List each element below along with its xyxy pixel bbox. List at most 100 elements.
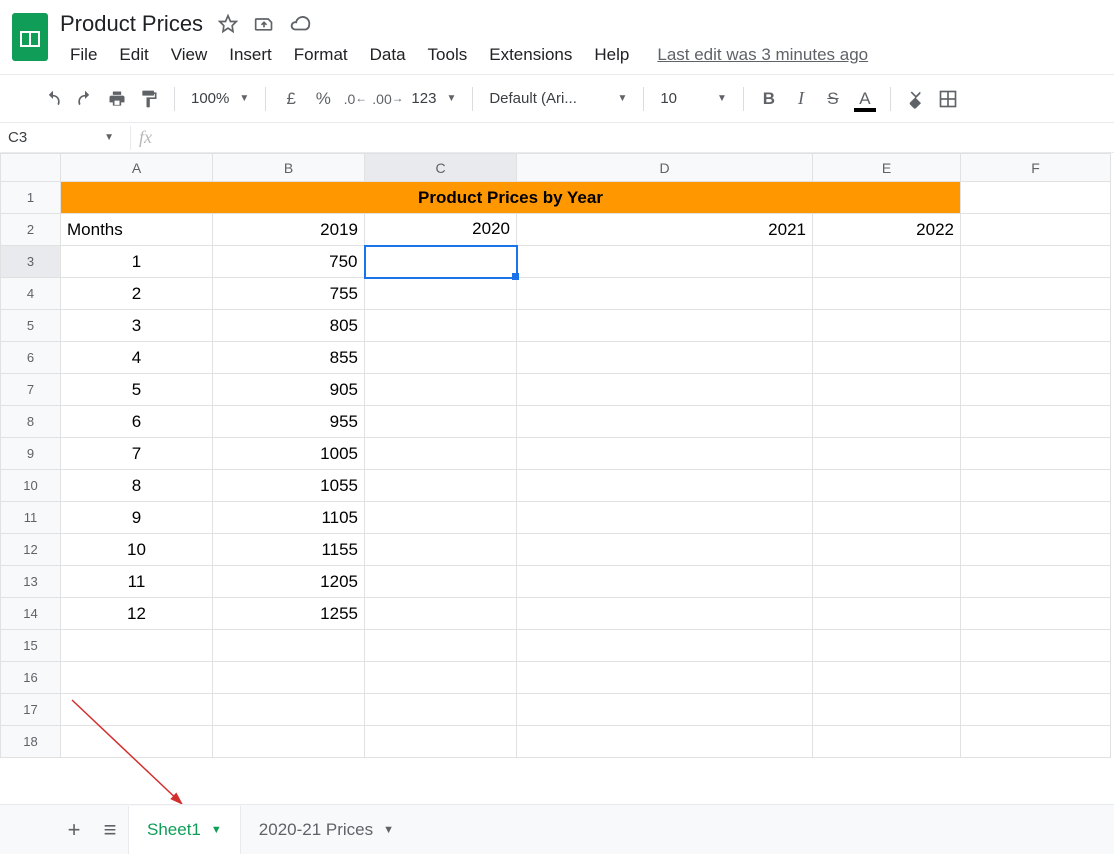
row-header[interactable]: 9 bbox=[1, 438, 61, 470]
cell[interactable]: 2 bbox=[61, 278, 213, 310]
cell[interactable]: 11 bbox=[61, 566, 213, 598]
cell[interactable] bbox=[961, 598, 1111, 630]
cell[interactable] bbox=[517, 630, 813, 662]
cell-selected[interactable] bbox=[365, 246, 517, 278]
cell[interactable] bbox=[813, 534, 961, 566]
fill-color-button[interactable] bbox=[901, 84, 931, 114]
col-header-e[interactable]: E bbox=[813, 154, 961, 182]
row-header[interactable]: 3 bbox=[1, 246, 61, 278]
increase-decimal-button[interactable]: .00→ bbox=[372, 84, 403, 114]
cell[interactable] bbox=[961, 406, 1111, 438]
col-header-d[interactable]: D bbox=[517, 154, 813, 182]
row-header[interactable]: 18 bbox=[1, 726, 61, 758]
col-header-c[interactable]: C bbox=[365, 154, 517, 182]
cell[interactable] bbox=[961, 566, 1111, 598]
cell[interactable]: 1155 bbox=[213, 534, 365, 566]
paint-format-icon[interactable] bbox=[134, 84, 164, 114]
cell[interactable] bbox=[517, 438, 813, 470]
cell[interactable] bbox=[365, 726, 517, 758]
cell[interactable] bbox=[813, 694, 961, 726]
cell[interactable]: 755 bbox=[213, 278, 365, 310]
cell[interactable] bbox=[517, 310, 813, 342]
cell[interactable] bbox=[517, 278, 813, 310]
cell[interactable]: 1205 bbox=[213, 566, 365, 598]
cell[interactable] bbox=[961, 278, 1111, 310]
cell[interactable] bbox=[813, 310, 961, 342]
cell[interactable] bbox=[813, 502, 961, 534]
row-header[interactable]: 13 bbox=[1, 566, 61, 598]
bold-button[interactable]: B bbox=[754, 84, 784, 114]
cell[interactable] bbox=[813, 374, 961, 406]
menu-file[interactable]: File bbox=[60, 41, 107, 69]
cell[interactable] bbox=[517, 342, 813, 374]
cell[interactable] bbox=[813, 566, 961, 598]
cell[interactable] bbox=[517, 406, 813, 438]
cell[interactable] bbox=[961, 662, 1111, 694]
col-header-b[interactable]: B bbox=[213, 154, 365, 182]
cell[interactable] bbox=[213, 694, 365, 726]
menu-insert[interactable]: Insert bbox=[219, 41, 282, 69]
row-header[interactable]: 2 bbox=[1, 214, 61, 246]
menu-format[interactable]: Format bbox=[284, 41, 358, 69]
cell[interactable] bbox=[961, 502, 1111, 534]
cell[interactable] bbox=[61, 726, 213, 758]
cell[interactable] bbox=[365, 566, 517, 598]
row-header[interactable]: 7 bbox=[1, 374, 61, 406]
strikethrough-button[interactable]: S bbox=[818, 84, 848, 114]
percent-button[interactable]: % bbox=[308, 84, 338, 114]
cell[interactable] bbox=[365, 342, 517, 374]
row-header[interactable]: 15 bbox=[1, 630, 61, 662]
row-header[interactable]: 5 bbox=[1, 310, 61, 342]
undo-icon[interactable] bbox=[38, 84, 68, 114]
cell[interactable] bbox=[517, 694, 813, 726]
text-color-button[interactable]: A bbox=[850, 84, 880, 114]
cell[interactable] bbox=[365, 278, 517, 310]
cell[interactable] bbox=[213, 726, 365, 758]
menu-data[interactable]: Data bbox=[360, 41, 416, 69]
cell[interactable] bbox=[365, 694, 517, 726]
italic-button[interactable]: I bbox=[786, 84, 816, 114]
redo-icon[interactable] bbox=[70, 84, 100, 114]
cell[interactable] bbox=[961, 438, 1111, 470]
cell[interactable] bbox=[365, 470, 517, 502]
doc-title[interactable]: Product Prices bbox=[60, 11, 203, 37]
cell[interactable] bbox=[365, 662, 517, 694]
cell[interactable] bbox=[961, 534, 1111, 566]
star-icon[interactable] bbox=[217, 13, 239, 35]
formula-bar[interactable] bbox=[160, 123, 1114, 152]
cell[interactable] bbox=[813, 342, 961, 374]
cell[interactable] bbox=[365, 374, 517, 406]
cell[interactable]: 955 bbox=[213, 406, 365, 438]
cell[interactable] bbox=[213, 630, 365, 662]
font-dropdown[interactable]: Default (Ari...▼ bbox=[483, 90, 633, 107]
cell[interactable]: 2022 bbox=[813, 214, 961, 246]
row-header[interactable]: 11 bbox=[1, 502, 61, 534]
cell[interactable]: 2020 bbox=[365, 214, 517, 246]
col-header-f[interactable]: F bbox=[961, 154, 1111, 182]
menu-extensions[interactable]: Extensions bbox=[479, 41, 582, 69]
cell[interactable]: 5 bbox=[61, 374, 213, 406]
cell[interactable]: 4 bbox=[61, 342, 213, 374]
currency-button[interactable]: £ bbox=[276, 84, 306, 114]
cell[interactable] bbox=[517, 374, 813, 406]
cell[interactable] bbox=[961, 694, 1111, 726]
cell[interactable] bbox=[813, 246, 961, 278]
cell[interactable]: 12 bbox=[61, 598, 213, 630]
cell[interactable]: 9 bbox=[61, 502, 213, 534]
cell[interactable] bbox=[961, 214, 1111, 246]
cell[interactable]: 1105 bbox=[213, 502, 365, 534]
cell[interactable] bbox=[517, 534, 813, 566]
chevron-down-icon[interactable]: ▼ bbox=[211, 824, 222, 836]
menu-tools[interactable]: Tools bbox=[418, 41, 478, 69]
add-sheet-button[interactable]: + bbox=[56, 812, 92, 848]
row-header[interactable]: 4 bbox=[1, 278, 61, 310]
cell[interactable]: 6 bbox=[61, 406, 213, 438]
decrease-decimal-button[interactable]: .0← bbox=[340, 84, 370, 114]
chevron-down-icon[interactable]: ▼ bbox=[383, 824, 394, 836]
row-header[interactable]: 10 bbox=[1, 470, 61, 502]
cell[interactable] bbox=[813, 470, 961, 502]
cell[interactable] bbox=[365, 406, 517, 438]
menu-view[interactable]: View bbox=[161, 41, 218, 69]
row-header[interactable]: 16 bbox=[1, 662, 61, 694]
row-header[interactable]: 17 bbox=[1, 694, 61, 726]
